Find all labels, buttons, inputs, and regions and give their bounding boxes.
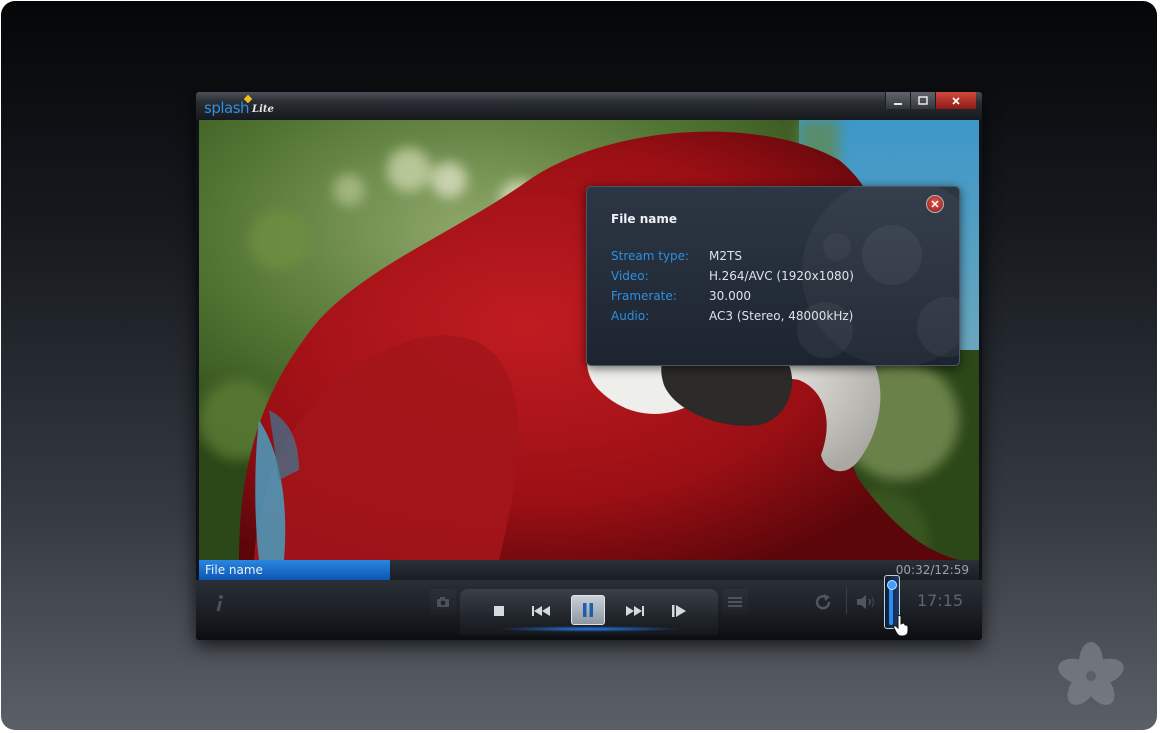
seek-bar[interactable]: File name 00:32/12:59 [199, 560, 979, 580]
minimize-icon [894, 102, 902, 105]
repeat-button[interactable] [812, 590, 834, 614]
info-row-stream-type: Stream type: M2TS [611, 246, 854, 266]
screenshot-frame: splash Lite File name Stream type: M2TS … [1, 1, 1157, 730]
maximize-icon [918, 95, 928, 105]
info-label: Audio: [611, 309, 650, 323]
close-icon [952, 96, 960, 105]
previous-button[interactable] [527, 598, 555, 624]
snapshot-icon [437, 597, 449, 607]
video-frame[interactable]: File name Stream type: M2TS Video: H.264… [199, 120, 979, 560]
info-label: Video: [611, 269, 649, 283]
info-value: H.264/AVC (1920x1080) [709, 269, 854, 283]
volume-slider-knob[interactable] [887, 580, 897, 590]
control-bar: 17:15 [196, 575, 982, 640]
previous-icon [532, 606, 550, 616]
minimize-button[interactable] [885, 92, 910, 109]
info-label: Stream type: [611, 249, 690, 263]
volume-icon [857, 595, 875, 609]
playlist-button[interactable] [722, 589, 748, 615]
info-label: Framerate: [611, 289, 677, 303]
close-window-button[interactable] [935, 92, 976, 109]
info-button[interactable] [210, 592, 228, 614]
info-rows: Stream type: M2TS Video: H.264/AVC (1920… [611, 246, 854, 326]
status-file-name: File name [205, 563, 263, 577]
repeat-icon [815, 594, 831, 610]
info-value: M2TS [709, 249, 742, 263]
maximize-button[interactable] [910, 92, 935, 109]
mute-button[interactable] [854, 590, 880, 614]
title-bar[interactable]: splash Lite [196, 92, 982, 120]
info-value: 30.000 [709, 289, 751, 303]
next-button[interactable] [621, 598, 649, 624]
stop-icon [494, 606, 504, 616]
info-panel-title: File name [611, 212, 678, 226]
hand-cursor-icon [893, 615, 909, 637]
snapshot-button[interactable] [430, 589, 456, 615]
logo-sub: Lite [252, 104, 274, 115]
file-info-panel: File name Stream type: M2TS Video: H.264… [586, 186, 960, 366]
playlist-icon [728, 597, 742, 607]
transport-glow [496, 626, 682, 632]
stop-button[interactable] [486, 598, 512, 624]
step-forward-button[interactable] [666, 598, 692, 624]
close-icon [931, 200, 939, 208]
flower-watermark-icon [1058, 642, 1124, 705]
info-row-framerate: Framerate: 30.000 [611, 286, 854, 306]
step-forward-icon [672, 605, 686, 617]
info-value: AC3 (Stereo, 48000kHz) [709, 309, 854, 323]
logo-main: splash [204, 99, 250, 117]
info-row-video: Video: H.264/AVC (1920x1080) [611, 266, 854, 286]
media-player-window: splash Lite File name Stream type: M2TS … [196, 92, 982, 640]
info-row-audio: Audio: AC3 (Stereo, 48000kHz) [611, 306, 854, 326]
pause-icon [583, 603, 593, 617]
info-icon [216, 595, 223, 611]
next-icon [626, 606, 644, 616]
info-close-button[interactable] [926, 195, 944, 213]
control-divider [846, 588, 847, 614]
pause-button[interactable] [571, 595, 605, 625]
clock-display: 17:15 [917, 591, 964, 610]
time-readout: 00:32/12:59 [895, 563, 969, 577]
app-logo: splash Lite [204, 94, 274, 117]
